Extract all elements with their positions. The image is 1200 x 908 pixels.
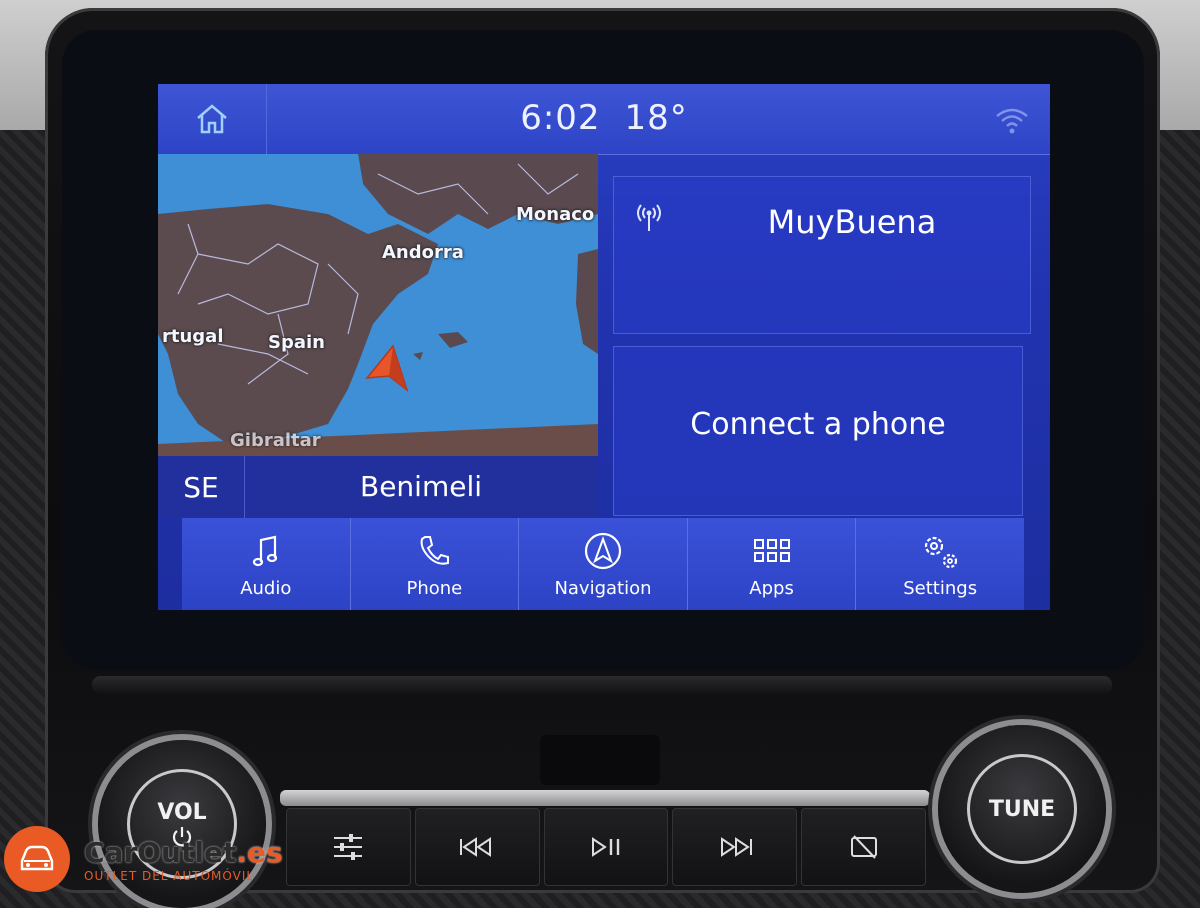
radio-tile[interactable]: MuyBuena	[613, 176, 1031, 334]
screen-off-icon	[850, 835, 877, 859]
tab-navigation[interactable]: Navigation	[519, 518, 688, 610]
map-label-andorra: Andorra	[382, 242, 464, 263]
car-logo-icon	[4, 826, 70, 892]
chrome-strip	[280, 790, 930, 806]
vehicle-position-icon	[365, 344, 409, 393]
skip-back-icon	[460, 837, 492, 857]
main-menu-bar: Audio Phone Navigation Apps Settings	[182, 518, 1024, 610]
navigation-arrow-icon	[584, 532, 622, 569]
infotainment-screen: 6:02 18° Monaco Andorra rtugal Spain Gibr…	[158, 84, 1050, 610]
tune-knob-face: TUNE	[967, 754, 1077, 864]
tab-navigation-label: Navigation	[554, 577, 652, 599]
play-pause-icon	[591, 837, 620, 857]
tune-knob[interactable]: TUNE	[938, 725, 1106, 893]
compass-heading: SE	[158, 456, 245, 518]
clock-time: 6:02	[520, 98, 601, 138]
watermark-tagline: OUTLET DEL AUTOMÓVIL	[84, 868, 255, 883]
tab-apps-label: Apps	[749, 577, 794, 599]
media-slot	[540, 735, 660, 785]
bezel-trim	[92, 676, 1112, 694]
phone-icon	[421, 535, 450, 565]
gears-icon	[925, 536, 958, 568]
current-street-name: Benimeli	[359, 470, 483, 503]
map-label-spain: Spain	[268, 332, 325, 353]
tab-settings[interactable]: Settings	[856, 518, 1024, 610]
phone-tile[interactable]: Connect a phone	[613, 346, 1023, 516]
clock-temperature: 6:02 18°	[158, 98, 1050, 138]
connect-phone-label: Connect a phone	[690, 407, 946, 442]
sound-settings-button[interactable]	[286, 808, 411, 886]
hardware-button-row	[286, 808, 926, 886]
tab-settings-label: Settings	[903, 577, 978, 599]
watermark-domain: .es	[236, 835, 283, 869]
equalizer-icon	[334, 834, 363, 860]
volume-label: VOL	[157, 799, 207, 825]
map-label-portugal: rtugal	[162, 326, 224, 347]
display-off-button[interactable]	[801, 808, 926, 886]
tune-label: TUNE	[988, 796, 1056, 822]
radio-signal-icon	[637, 204, 661, 231]
tab-audio[interactable]: Audio	[182, 518, 351, 610]
map-label-monaco: Monaco	[516, 204, 595, 225]
map-label-gibraltar: Gibraltar	[230, 430, 321, 451]
status-bar: 6:02 18°	[158, 84, 1050, 155]
outside-temperature: 18°	[624, 98, 688, 138]
current-street-bar: SE Benimeli	[158, 456, 598, 518]
radio-station-name: MuyBuena	[767, 203, 937, 241]
tab-apps[interactable]: Apps	[687, 518, 857, 610]
next-track-button[interactable]	[672, 808, 798, 886]
tab-phone-label: Phone	[406, 577, 463, 599]
grid-icon	[753, 538, 790, 562]
skip-forward-icon	[720, 837, 752, 857]
previous-track-button[interactable]	[414, 808, 540, 886]
music-note-icon	[252, 535, 277, 566]
watermark-logo: CarOutlet.es OUTLET DEL AUTOMÓVIL	[4, 826, 283, 892]
tab-phone[interactable]: Phone	[350, 518, 520, 610]
watermark-brand: CarOutlet	[84, 835, 237, 869]
wifi-icon	[996, 108, 1028, 134]
tab-audio-label: Audio	[240, 577, 292, 599]
play-pause-button[interactable]	[543, 808, 669, 886]
